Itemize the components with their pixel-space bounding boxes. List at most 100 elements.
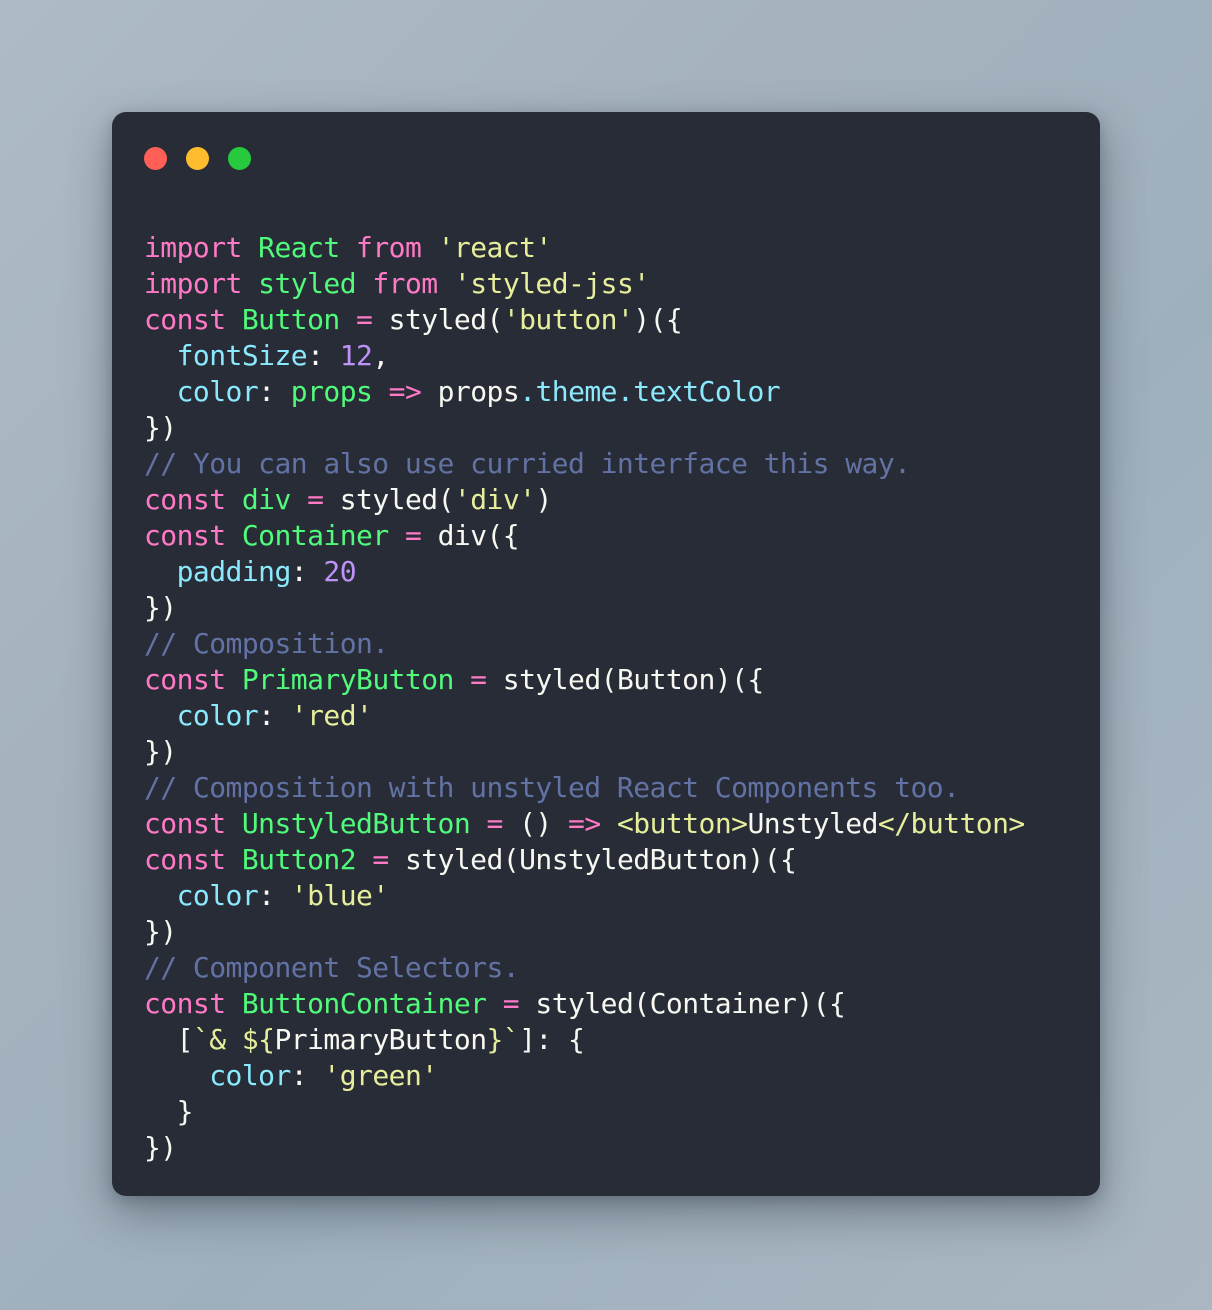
code-token-plain: : [258, 699, 291, 732]
code-token-str: ${ [241, 1023, 275, 1056]
code-token-plain: : [258, 879, 291, 912]
code-token-prop: color [176, 699, 259, 732]
code-token-plain: div({ [437, 519, 520, 552]
code-token-str: 'react' [437, 231, 553, 264]
code-token-plain: : [290, 1059, 324, 1092]
code-line: // Composition. [144, 626, 1100, 662]
code-token-prop: .textColor [617, 375, 781, 408]
window-controls [144, 146, 251, 170]
code-token-str: } [486, 1023, 504, 1056]
code-line: const PrimaryButton = styled(Button)({ [144, 662, 1100, 698]
code-token-plain: styled(Container)({ [535, 987, 846, 1020]
code-token-plain: , [372, 339, 389, 372]
code-token-plain: : [290, 555, 324, 588]
screenshot-stage: import React from 'react' import styled … [0, 0, 1212, 1310]
code-editor-area[interactable]: import React from 'react' import styled … [112, 204, 1100, 1196]
code-line: }) [144, 590, 1100, 626]
code-token-plain: }) [144, 591, 177, 624]
code-token-plain: : [258, 375, 291, 408]
code-token-str: 'red' [290, 699, 373, 732]
code-token-str: 'button' [502, 303, 634, 336]
code-token-plain: [ [176, 1023, 194, 1056]
code-line: fontSize: 12, [144, 338, 1100, 374]
code-token-plain: ]: { [519, 1023, 585, 1056]
code-token-kw: const [144, 519, 226, 552]
code-line: color: 'green' [144, 1058, 1100, 1094]
code-line: // You can also use curried interface th… [144, 446, 1100, 482]
code-line: const div = styled('div') [144, 482, 1100, 518]
code-token-plain: styled(Button)({ [502, 663, 764, 696]
code-token-ident: ButtonContainer [241, 987, 487, 1020]
code-token-op: => [568, 807, 601, 840]
code-token-prop: color [209, 1059, 291, 1092]
code-token-prop: fontSize [176, 339, 308, 372]
code-line: color: 'blue' [144, 878, 1100, 914]
code-token-comment: // You can also use curried interface th… [144, 447, 911, 480]
code-line: const Button = styled('button')({ [144, 302, 1100, 338]
code-token-op: = [307, 483, 324, 516]
code-token-str: 'green' [323, 1059, 438, 1092]
code-token-ident: Container [241, 519, 389, 552]
close-button-icon[interactable] [144, 146, 167, 170]
code-token-op: = [486, 807, 503, 840]
code-token-comment: // Component Selectors. [144, 951, 520, 984]
code-token-num: 20 [323, 555, 357, 588]
code-line: color: 'red' [144, 698, 1100, 734]
code-line: // Component Selectors. [144, 950, 1100, 986]
code-window: import React from 'react' import styled … [112, 112, 1100, 1196]
minimize-button-icon[interactable] [186, 146, 209, 170]
window-titlebar[interactable] [112, 112, 1100, 204]
code-token-op: => [388, 375, 422, 408]
code-token-ident: PrimaryButton [241, 663, 455, 696]
code-token-kw: import [144, 267, 242, 300]
code-line: const ButtonContainer = styled(Container… [144, 986, 1100, 1022]
code-line: }) [144, 734, 1100, 770]
code-line: [`& ${PrimaryButton}`]: { [144, 1022, 1100, 1058]
code-token-str: 'styled-jss' [453, 267, 650, 300]
source-code[interactable]: import React from 'react' import styled … [144, 230, 1100, 1166]
code-token-num: 12 [339, 339, 373, 372]
code-token-plain: styled( [339, 483, 455, 516]
code-token-plain: }) [144, 735, 177, 768]
code-token-op: = [372, 843, 389, 876]
code-token-kw: const [144, 663, 226, 696]
zoom-button-icon[interactable] [228, 146, 251, 170]
code-line: const UnstyledButton = () => <button>Uns… [144, 806, 1100, 842]
code-token-plain: } [144, 1095, 194, 1128]
code-token-str: 'div' [453, 483, 536, 516]
code-token-kw: const [144, 303, 226, 336]
code-token-kw: const [144, 483, 226, 516]
code-token-op: = [404, 519, 422, 552]
code-token-plain: Unstyled [747, 807, 878, 840]
code-token-prop: color [176, 879, 259, 912]
code-token-kw: from [372, 267, 438, 300]
code-token-plain: () [519, 807, 552, 840]
code-token-op: = [470, 663, 487, 696]
code-line: }) [144, 410, 1100, 446]
code-token-op: = [502, 987, 520, 1020]
